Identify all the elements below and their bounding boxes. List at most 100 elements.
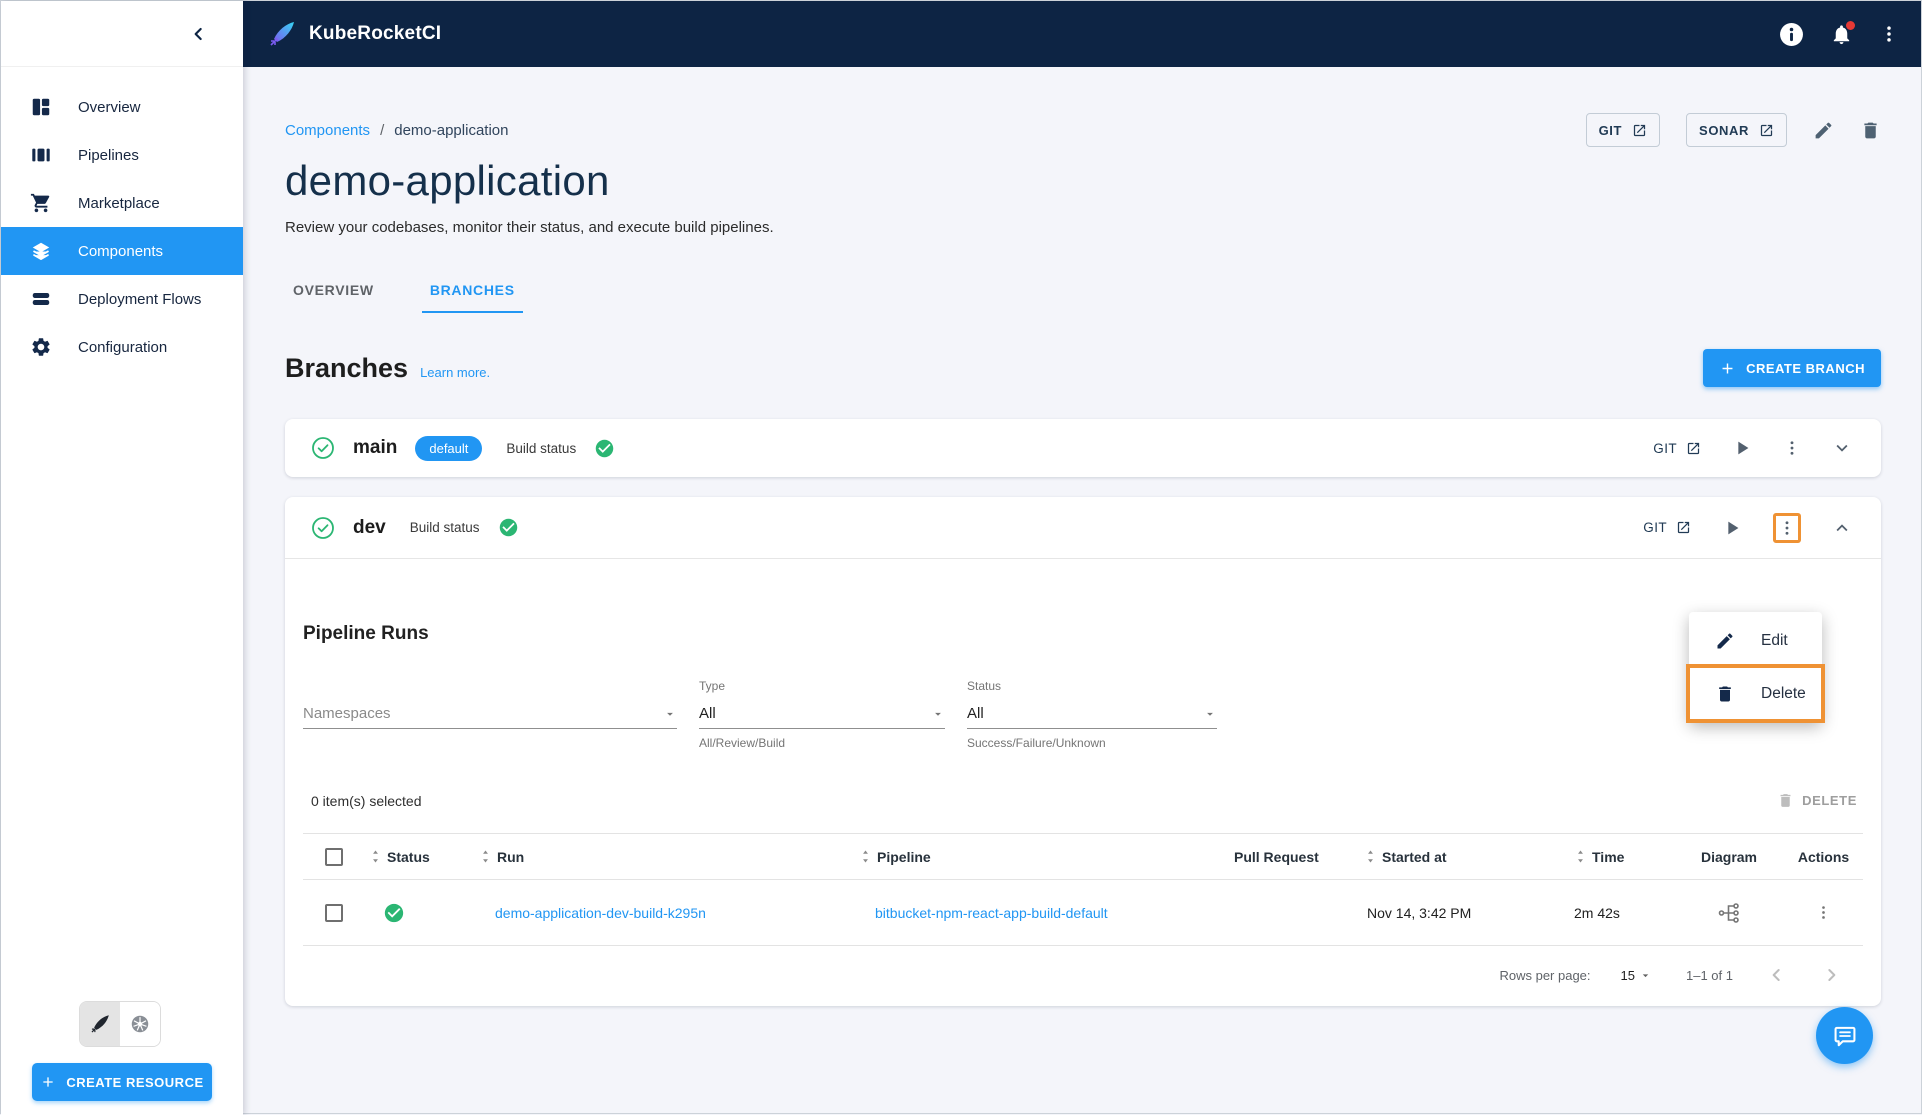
topbar: KubeRocketCI — [243, 1, 1921, 67]
context-menu-edit[interactable]: Edit — [1689, 614, 1822, 667]
sort-icon[interactable] — [369, 848, 382, 865]
rows-per-page-value: 15 — [1620, 967, 1635, 983]
context-menu-delete[interactable]: Delete — [1686, 664, 1825, 723]
feedback-chat-button[interactable] — [1816, 1007, 1873, 1064]
col-time[interactable]: Time — [1592, 849, 1624, 865]
sidebar-header — [1, 1, 243, 67]
trash-icon — [1780, 794, 1791, 807]
select-all-checkbox[interactable] — [325, 847, 343, 866]
sidebar-item-components[interactable]: Components — [1, 227, 243, 275]
type-filter[interactable]: Type All All/Review/Build — [699, 679, 945, 750]
build-play-icon[interactable] — [1721, 517, 1743, 539]
row-checkbox[interactable] — [325, 903, 343, 922]
status-filter-value: All — [967, 705, 984, 722]
create-resource-button[interactable]: CREATE RESOURCE — [32, 1063, 212, 1101]
sort-icon[interactable] — [479, 848, 492, 865]
chat-bubble-icon — [1834, 1026, 1855, 1046]
app-title: KubeRocketCI — [309, 23, 442, 44]
branches-heading: Branches Learn more. — [285, 353, 490, 384]
next-page-icon[interactable] — [1821, 965, 1841, 985]
plus-icon — [43, 1077, 54, 1087]
sidebar-item-pipelines[interactable]: Pipelines — [1, 131, 243, 179]
breadcrumb-separator: / — [380, 121, 385, 139]
delete-component-trash-icon[interactable] — [1860, 120, 1881, 141]
chevron-down-icon — [1642, 973, 1649, 977]
run-success-icon — [384, 903, 404, 922]
run-link[interactable]: demo-application-dev-build-k295n — [495, 905, 706, 921]
namespaces-filter[interactable]: Namespaces — [303, 679, 677, 750]
info-icon[interactable] — [1779, 22, 1804, 47]
table-row: demo-application-dev-build-k295n bitbuck… — [303, 880, 1863, 946]
external-link-icon — [1633, 124, 1646, 136]
sidebar-item-marketplace[interactable]: Marketplace — [1, 179, 243, 227]
col-diagram: Diagram — [1700, 848, 1758, 865]
build-play-icon[interactable] — [1731, 437, 1753, 459]
collapse-chevron-up-icon[interactable] — [1831, 517, 1853, 539]
col-started-at[interactable]: Started at — [1382, 849, 1447, 865]
branch-git-link[interactable]: GIT — [1643, 520, 1691, 535]
col-run[interactable]: Run — [497, 849, 524, 865]
kebab-highlight-box — [1773, 512, 1801, 543]
delete-trash-icon — [1719, 686, 1731, 701]
bulk-delete-button[interactable]: DELETE — [1777, 792, 1857, 809]
notifications-bell-icon[interactable] — [1830, 20, 1855, 46]
col-status[interactable]: Status — [387, 849, 430, 865]
col-pull-request: Pull Request — [1234, 848, 1319, 865]
create-branch-label: CREATE BRANCH — [1746, 360, 1865, 376]
edit-component-pencil-icon[interactable] — [1813, 120, 1834, 141]
col-pipeline[interactable]: Pipeline — [877, 849, 931, 865]
sidebar-item-configuration[interactable]: Configuration — [1, 323, 243, 371]
row-actions-kebab-icon[interactable] — [1815, 904, 1832, 921]
kuberocketci-view-toggle[interactable] — [80, 1002, 120, 1046]
sidebar-bottom: CREATE RESOURCE — [1, 1001, 243, 1115]
git-label: GIT — [1653, 440, 1677, 456]
started-at-cell: Nov 14, 3:42 PM — [1367, 904, 1472, 921]
sonar-link-button[interactable]: SONAR — [1686, 113, 1787, 147]
topbar-actions — [1779, 20, 1899, 47]
branch-name: main — [353, 437, 398, 458]
topbar-kebab-icon[interactable] — [1879, 24, 1899, 44]
edit-pencil-icon — [1717, 632, 1733, 648]
branch-card-main: main default Build status GIT — [285, 419, 1881, 477]
sort-icon[interactable] — [1364, 848, 1377, 865]
branch-git-link[interactable]: GIT — [1653, 441, 1701, 456]
breadcrumb: Components / demo-application — [285, 122, 508, 139]
sidebar-item-deployment-flows[interactable]: Deployment Flows — [1, 275, 243, 323]
status-filter[interactable]: Status All Success/Failure/Unknown — [967, 679, 1217, 750]
expand-chevron-down-icon[interactable] — [1831, 437, 1853, 459]
default-branch-chip: default — [415, 435, 483, 461]
sidebar-item-label: Components — [78, 242, 164, 260]
diagram-icon[interactable] — [1717, 901, 1741, 925]
pipeline-runs-heading: Pipeline Runs — [303, 623, 429, 644]
branch-context-menu: Edit Delete — [1686, 612, 1825, 723]
status-filter-label: Status — [967, 679, 1002, 693]
notification-badge — [1846, 20, 1855, 30]
pipeline-link[interactable]: bitbucket-npm-react-app-build-default — [875, 905, 1108, 921]
type-filter-helper: All/Review/Build — [699, 736, 786, 750]
tab-overview[interactable]: OVERVIEW — [285, 272, 382, 313]
branch-kebab-icon[interactable] — [1783, 439, 1801, 457]
learn-more-link[interactable]: Learn more. — [420, 365, 490, 380]
sidebar-item-label: Deployment Flows — [78, 290, 202, 308]
namespaces-placeholder: Namespaces — [303, 705, 391, 722]
sort-icon[interactable] — [859, 848, 872, 865]
previous-page-icon[interactable] — [1767, 965, 1787, 985]
configuration-gear-icon — [32, 338, 50, 356]
main-content: Components / demo-application GIT SONAR — [285, 67, 1881, 1006]
create-resource-label: CREATE RESOURCE — [66, 1074, 204, 1090]
sidebar: Overview Pipelines Marketplace Component… — [1, 1, 243, 1115]
sort-icon[interactable] — [1574, 848, 1587, 865]
build-status-label: Build status — [506, 440, 577, 456]
git-link-button[interactable]: GIT — [1585, 113, 1661, 147]
branch-kebab-icon[interactable] — [1778, 519, 1796, 537]
kubernetes-view-toggle[interactable] — [120, 1002, 160, 1046]
tab-branches[interactable]: BRANCHES — [421, 272, 523, 313]
rows-per-page-select[interactable]: 15 — [1621, 968, 1652, 983]
build-success-icon — [499, 518, 517, 537]
create-branch-button[interactable]: CREATE BRANCH — [1703, 349, 1881, 387]
rows-per-page-label: Rows per page: — [1499, 967, 1591, 983]
delete-label: Delete — [1761, 684, 1806, 702]
breadcrumb-components-link[interactable]: Components — [285, 122, 370, 139]
sidebar-collapse-icon[interactable] — [189, 24, 209, 44]
sidebar-item-overview[interactable]: Overview — [1, 83, 243, 131]
